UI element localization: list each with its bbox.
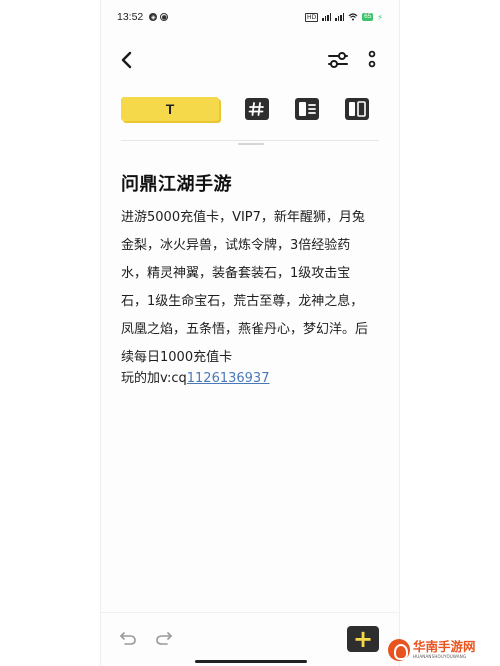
add-button[interactable]: + [347,626,379,652]
redo-icon[interactable] [155,630,173,646]
site-watermark: 华南手游网 HUANANSHOUYOUWANG [388,638,496,662]
hd-icon: HD [305,12,319,22]
note-top-bar [101,46,399,74]
watermark-logo-icon [388,639,410,661]
app-notification-icon: ● [160,13,169,21]
note-title[interactable]: 问鼎江湖手游 [121,170,379,196]
note-body[interactable]: 进游5000充值卡，VIP7，新年醒狮，月兔 金梨，冰火异兽，试炼令牌，3倍经验… [121,204,383,372]
tune-icon[interactable] [327,50,349,70]
drag-handle[interactable] [238,143,264,145]
bottom-divider [101,612,399,613]
text-style-button[interactable]: T [121,97,219,121]
contact-prefix: 玩的加v:cq [121,371,187,386]
status-bar: 13:52 ◈ ● HD 65 ⚡ [101,8,399,26]
status-notification-icons: ◈ ● [149,13,169,21]
home-indicator[interactable] [195,660,307,663]
split-view-icon [345,98,369,120]
plus-icon: + [352,625,374,653]
wifi-icon [348,13,358,21]
toolbar-divider [121,140,379,141]
list-button[interactable] [293,97,321,121]
signal-icon [322,13,332,21]
more-vertical-icon[interactable] [365,50,379,70]
back-arrow-icon[interactable] [117,50,137,70]
phone-screen: 13:52 ◈ ● HD 65 ⚡ T 问鼎江湖手游 进游5000充值卡，VIP… [100,0,400,666]
watermark-name: 华南手游网 [413,638,476,654]
right-margin [400,0,500,666]
split-view-button[interactable] [343,97,371,121]
hashtag-button[interactable] [243,97,271,121]
list-icon [295,98,319,120]
undo-icon[interactable] [119,630,137,646]
text-style-label: T [165,101,175,117]
notification-icon: ◈ [149,13,158,21]
contact-number-link[interactable]: 1126136937 [187,371,270,386]
signal-2-icon [335,13,345,21]
hashtag-icon [245,98,269,120]
status-time: 13:52 [117,11,144,23]
watermark-subtitle: HUANANSHOUYOUWANG [413,654,467,660]
format-toolbar: T [121,95,379,123]
charging-icon: ⚡ [377,12,383,22]
battery-icon: 65 [362,13,374,21]
status-indicators: HD 65 ⚡ [305,12,383,22]
watermark-text: 华南手游网 HUANANSHOUYOUWANG [413,638,476,660]
note-contact-line[interactable]: 玩的加v:cq1126136937 [121,367,269,386]
left-margin [0,0,100,666]
